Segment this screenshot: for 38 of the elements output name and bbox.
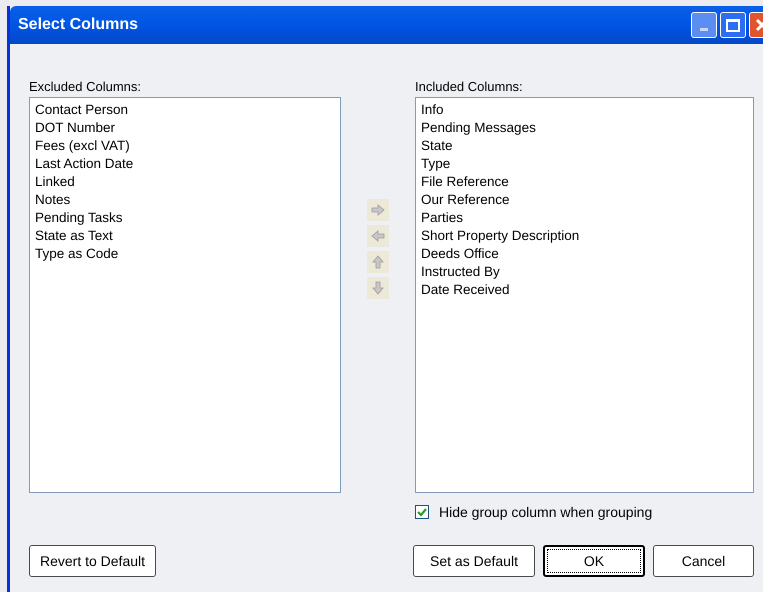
- list-item[interactable]: Linked: [35, 173, 335, 191]
- up-arrow-icon: [372, 255, 384, 269]
- list-item[interactable]: Type as Code: [35, 245, 335, 263]
- dialog-button[interactable]: Set as Default: [413, 545, 535, 577]
- column-list[interactable]: Info Pending Messages State Type File Reference Our Reference Parties Short Property Description Deeds Office Instructed By Date Received: [415, 97, 754, 493]
- list-item[interactable]: File Reference: [421, 173, 748, 191]
- list-item[interactable]: Parties: [421, 209, 748, 227]
- list-item[interactable]: Instructed By: [421, 263, 748, 281]
- list-item[interactable]: Pending Tasks: [35, 209, 335, 227]
- dialog-button[interactable]: Cancel: [653, 545, 754, 577]
- list-item[interactable]: Pending Messages: [421, 119, 748, 137]
- list-item[interactable]: Short Property Description: [421, 227, 748, 245]
- column-list[interactable]: Contact Person DOT Number Fees (excl VAT) Last Action Date Linked Notes Pending Tasks State as Text Type as Code: [29, 97, 341, 493]
- list-label: Excluded Columns:: [29, 78, 142, 96]
- list-item[interactable]: Info: [421, 101, 748, 119]
- checkbox[interactable]: [415, 505, 429, 519]
- list-label: Included Columns:: [415, 78, 524, 96]
- window-title: Select Columns: [18, 15, 140, 35]
- list-item[interactable]: State: [421, 137, 748, 155]
- checkbox-label: Hide group column when grouping: [439, 502, 652, 522]
- list-item[interactable]: State as Text: [35, 227, 335, 245]
- minimize-button[interactable]: [691, 12, 717, 38]
- list-item[interactable]: DOT Number: [35, 119, 335, 137]
- list-item[interactable]: Our Reference: [421, 191, 748, 209]
- right-arrow-icon: [371, 204, 385, 216]
- list-item[interactable]: Contact Person: [35, 101, 335, 119]
- list-item[interactable]: Fees (excl VAT): [35, 137, 335, 155]
- maximize-button[interactable]: [720, 12, 746, 38]
- list-item[interactable]: Notes: [35, 191, 335, 209]
- dialog-button[interactable]: Revert to Default: [29, 545, 156, 577]
- dialog-button[interactable]: OK: [543, 545, 645, 577]
- left-arrow-icon: [371, 230, 385, 242]
- check-icon: [417, 508, 427, 516]
- list-item[interactable]: Type: [421, 155, 748, 173]
- list-item[interactable]: Last Action Date: [35, 155, 335, 173]
- down-arrow-icon: [372, 281, 384, 295]
- list-item[interactable]: Date Received: [421, 281, 748, 299]
- list-item[interactable]: Deeds Office: [421, 245, 748, 263]
